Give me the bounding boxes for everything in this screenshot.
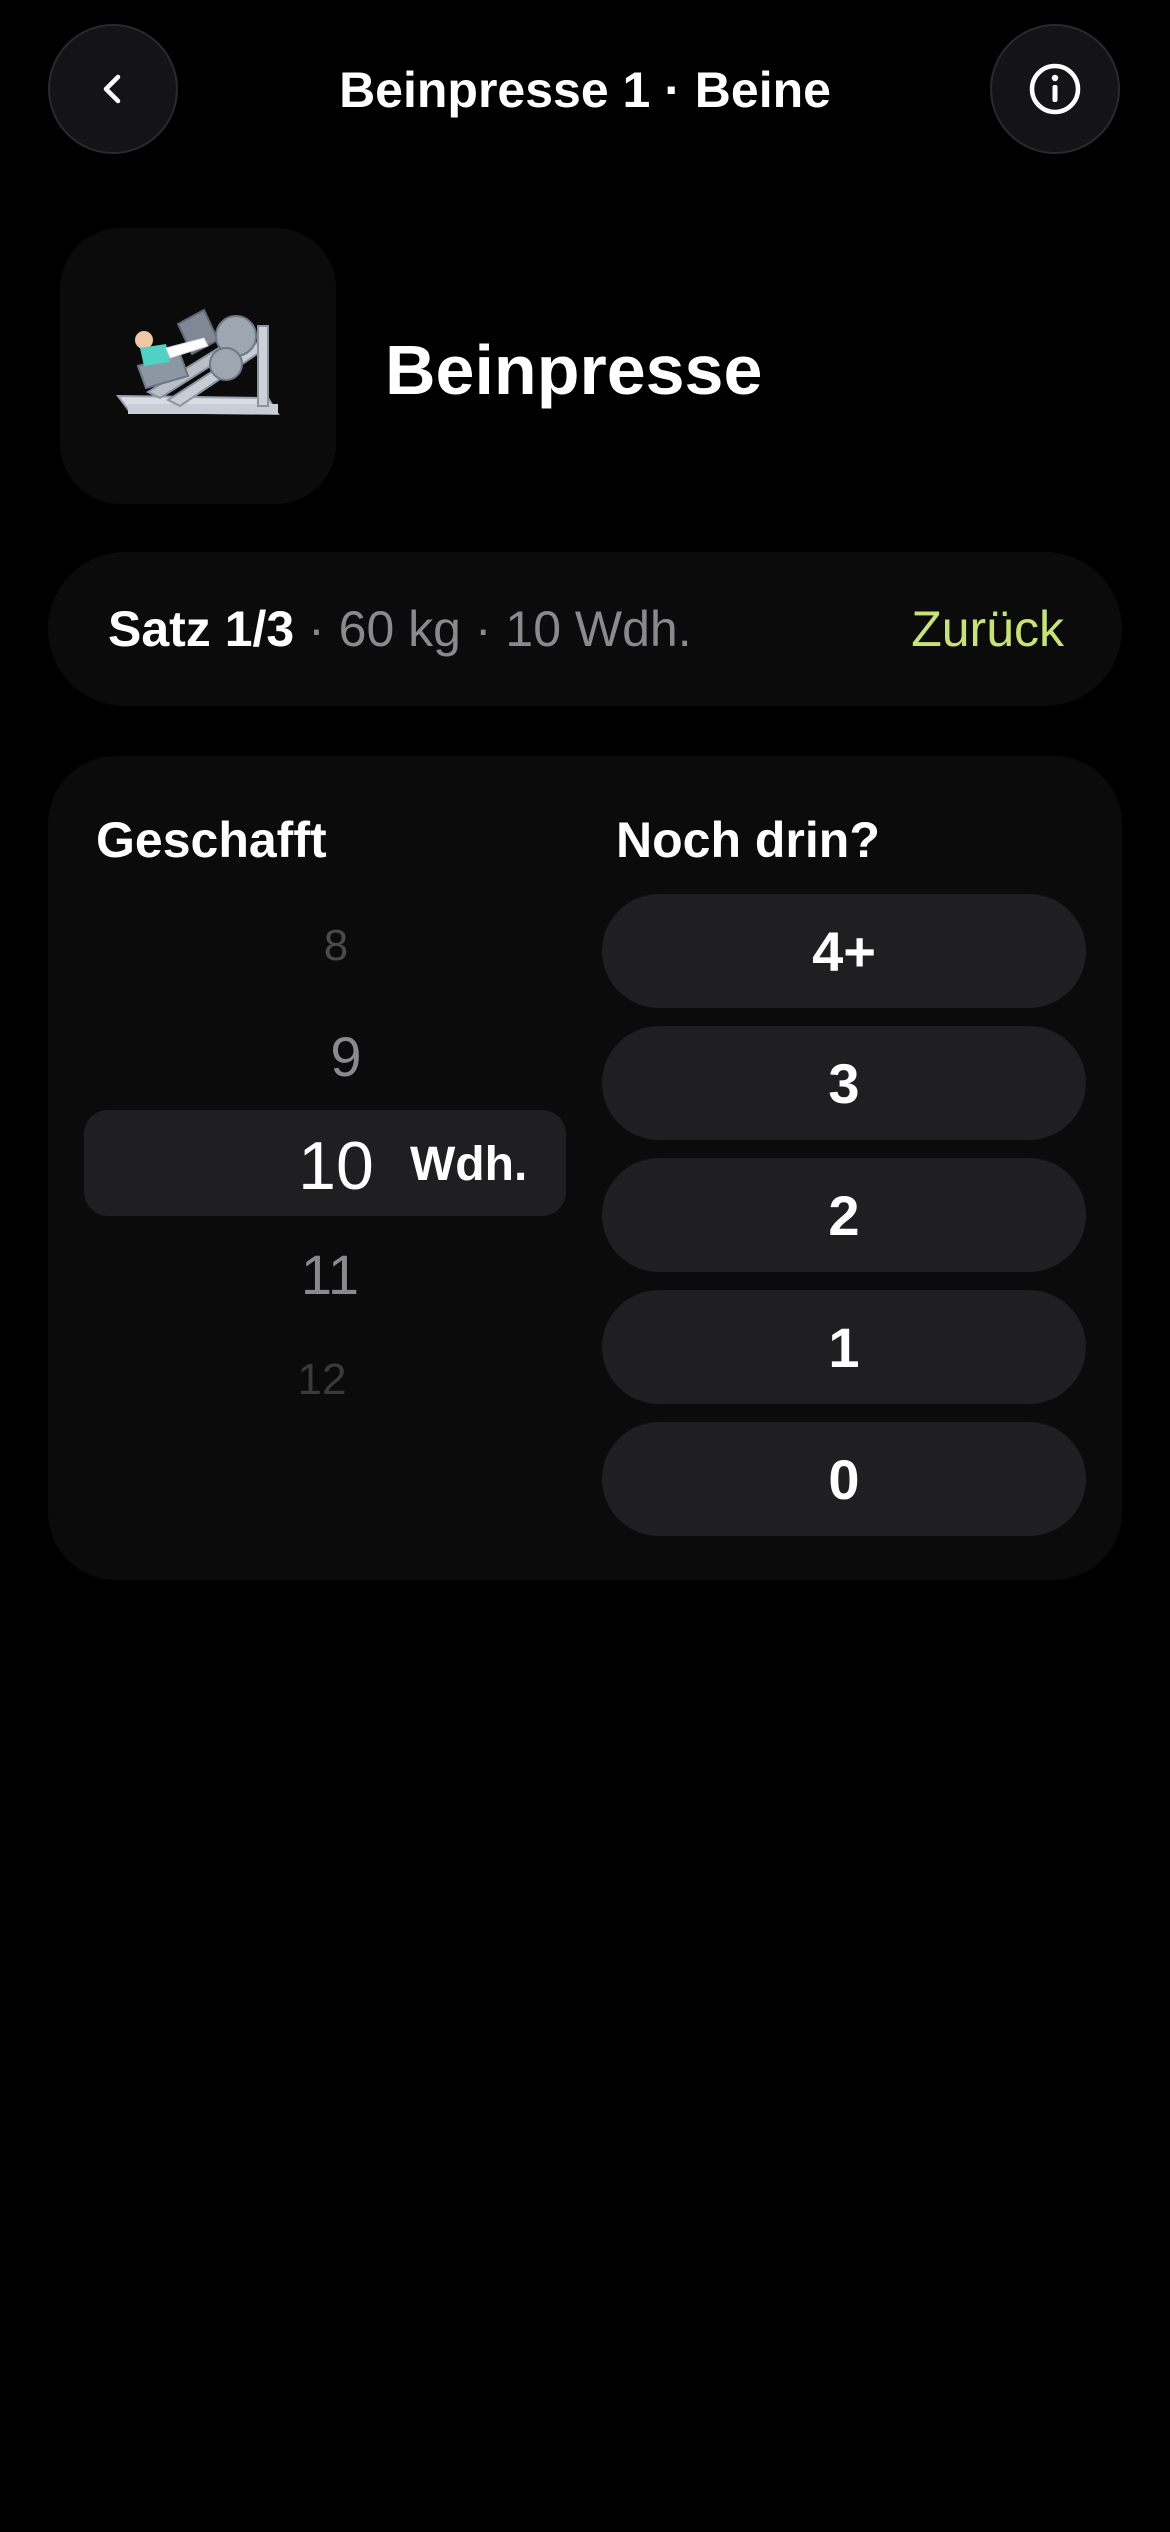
reps-picker-option[interactable]: 12 xyxy=(222,1352,422,1408)
info-button[interactable] xyxy=(990,24,1120,154)
reps-picker-option[interactable]: 8 xyxy=(236,918,436,974)
rir-option-button[interactable]: 3 xyxy=(602,1026,1086,1140)
set-counter: Satz 1/3 xyxy=(108,601,295,657)
chevron-left-icon xyxy=(103,74,121,104)
completed-label: Geschafft xyxy=(96,812,327,868)
page-title: Beinpresse 1 · Beine xyxy=(339,62,831,118)
rir-option-button[interactable]: 4+ xyxy=(602,894,1086,1008)
rir-option-button[interactable]: 0 xyxy=(602,1422,1086,1536)
reps-in-reserve-label: Noch drin? xyxy=(616,812,880,868)
set-summary: Satz 1/3 · 60 kg · 10 Wdh. xyxy=(108,599,692,659)
rir-option-button[interactable]: 2 xyxy=(602,1158,1086,1272)
reps-picker-option[interactable]: 11 xyxy=(230,1242,430,1308)
previous-set-button[interactable]: Zurück xyxy=(911,599,1064,659)
exercise-image xyxy=(60,228,336,504)
info-icon xyxy=(1029,63,1081,115)
set-details: · 60 kg · 10 Wdh. xyxy=(294,601,692,657)
reps-unit-label: Wdh. xyxy=(410,1138,528,1191)
rir-option-button[interactable]: 1 xyxy=(602,1290,1086,1404)
set-info-bar: Satz 1/3 · 60 kg · 10 Wdh. Zurück xyxy=(48,552,1122,706)
leg-press-machine-icon xyxy=(115,308,280,416)
exercise-name: Beinpresse xyxy=(385,331,763,409)
reps-picker-selected[interactable]: 10 xyxy=(236,1128,436,1204)
reps-picker-option[interactable]: 9 xyxy=(246,1024,446,1090)
back-button[interactable] xyxy=(48,24,178,154)
